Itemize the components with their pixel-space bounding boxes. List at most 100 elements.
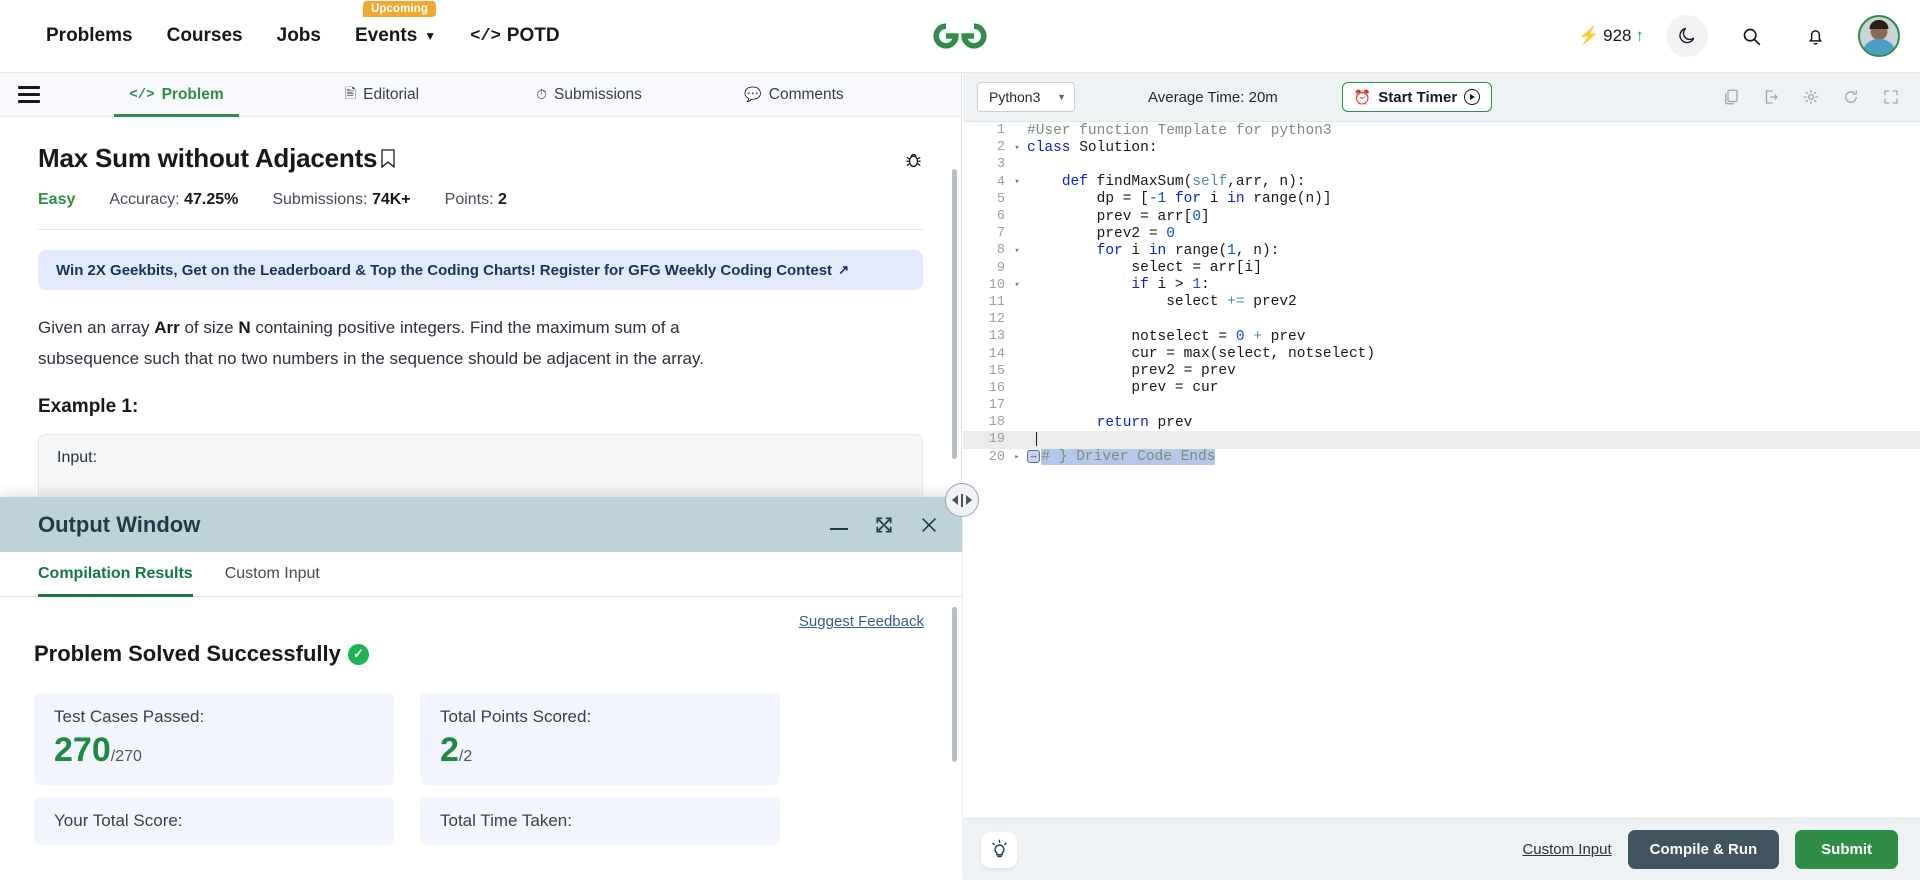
example-heading: Example 1: [38, 396, 139, 417]
streak-counter[interactable]: ⚡ 928 ↑ [1578, 26, 1644, 46]
moon-icon [1679, 27, 1695, 44]
hint-button[interactable] [981, 831, 1017, 868]
submissions-value: 74K+ [371, 191, 411, 208]
line-number: 1 [996, 123, 1005, 139]
code-line[interactable]: 9 select = arr[i] [963, 260, 1920, 277]
start-timer-button[interactable]: ⏰ Start Timer [1341, 82, 1493, 112]
stat-value: 2/2 [440, 733, 760, 767]
code-line[interactable]: 15 prev2 = prev [963, 363, 1920, 380]
custom-input-link[interactable]: Custom Input [1522, 841, 1611, 858]
notifications-button[interactable] [1794, 15, 1836, 57]
submissions-stat: Submissions: 74K+ [272, 191, 410, 209]
code-line[interactable]: 20 ▸ ↔ # } Driver Code Ends [963, 449, 1920, 466]
fold-toggle-icon[interactable]: ▾ [1011, 143, 1023, 153]
code-line[interactable]: 7 prev2 = 0 [963, 225, 1920, 242]
code-line[interactable]: 2 ▾ class Solution: [963, 139, 1920, 156]
accuracy-value: 47.25% [184, 191, 239, 208]
code-line[interactable]: 6 prev = arr[0] [963, 208, 1920, 225]
search-button[interactable] [1730, 15, 1772, 57]
chevron-down-icon: ▼ [424, 29, 437, 43]
fold-toggle-icon[interactable]: ▾ [1011, 280, 1023, 290]
tab-editorial[interactable]: 🖹 Editorial [325, 73, 439, 116]
page-title: Max Sum without Adjacents [38, 143, 395, 174]
nav-item-problems[interactable]: Problems [46, 25, 133, 47]
user-avatar[interactable] [1858, 15, 1900, 57]
stat-value: 270/270 [54, 733, 374, 767]
output-window-title: Output Window [38, 511, 201, 537]
problem-scrollbar[interactable] [952, 169, 957, 459]
code-line[interactable]: 19 [963, 431, 1920, 449]
minimize-button[interactable] [828, 517, 850, 533]
streak-count: 928 [1603, 26, 1632, 45]
report-bug-button[interactable] [904, 151, 923, 175]
code-editor[interactable]: 1 #User function Template for python3 2 ▾ cl… [963, 122, 1920, 818]
nav-item-jobs[interactable]: Jobs [277, 25, 321, 47]
code-line[interactable]: 4 ▾ def findMaxSum(self,arr, n): [963, 174, 1920, 191]
theme-toggle-button[interactable] [1666, 15, 1708, 57]
menu-hamburger-button[interactable] [0, 73, 58, 116]
fullscreen-icon[interactable] [1882, 88, 1900, 106]
line-number: 20 [988, 449, 1005, 465]
code-line[interactable]: 16 prev = cur [963, 380, 1920, 397]
expand-button[interactable] [874, 515, 894, 535]
code-text [1023, 432, 1037, 448]
chevron-left-icon [952, 495, 958, 505]
close-icon [922, 517, 936, 532]
tab-problem[interactable]: </> Problem [114, 73, 239, 117]
code-line[interactable]: 12 [963, 311, 1920, 328]
code-line[interactable]: 3 [963, 156, 1920, 173]
fold-toggle-icon[interactable]: ▾ [1011, 177, 1023, 187]
code-line[interactable]: 1 #User function Template for python3 [963, 122, 1920, 139]
fold-toggle-icon[interactable]: ▾ [1011, 246, 1023, 256]
nav-item-events[interactable]: Upcoming Events ▼ [355, 1, 437, 47]
nav-item-courses[interactable]: Courses [167, 25, 243, 47]
line-number: 6 [996, 209, 1005, 225]
tab-submissions[interactable]: ⏱ Submissions [519, 73, 659, 116]
compilation-results-content: Suggest Feedback Problem Solved Successf… [0, 597, 962, 880]
code-text: dp = [-1 for i in range(n)] [1027, 191, 1332, 208]
tab-compilation-results[interactable]: Compilation Results [38, 552, 193, 597]
accuracy-stat: Accuracy: 47.25% [109, 191, 238, 209]
tab-label: Problem [161, 85, 224, 103]
code-line[interactable]: 13 notselect = 0 + prev [963, 328, 1920, 345]
chevron-right-icon [966, 495, 972, 505]
copy-icon[interactable] [1722, 88, 1740, 106]
avatar-hair [1869, 20, 1889, 29]
fold-toggle-icon[interactable]: ▸ [1011, 452, 1023, 462]
import-icon[interactable] [1762, 88, 1780, 106]
code-line[interactable]: 17 [963, 397, 1920, 414]
line-number: 10 [988, 277, 1005, 293]
submit-button[interactable]: Submit [1795, 830, 1898, 869]
code-line[interactable]: 5 dp = [-1 for i in range(n)] [963, 191, 1920, 208]
result-stats-grid: Test Cases Passed: 270/270 Total Points … [34, 693, 924, 845]
panel-resize-handle[interactable] [945, 483, 979, 517]
editor-toolbar: Python3 ▼ Average Time: 20m ⏰ Start Time… [963, 73, 1920, 122]
start-timer-label: Start Timer [1378, 88, 1458, 106]
suggest-feedback-link[interactable]: Suggest Feedback [799, 613, 924, 630]
code-line[interactable]: 8 ▾ for i in range(1, n): [963, 242, 1920, 259]
problem-title-row: Max Sum without Adjacents [38, 117, 923, 175]
language-select[interactable]: Python3 ▼ [977, 82, 1075, 112]
code-line[interactable]: 14 cur = max(select, notselect) [963, 345, 1920, 362]
settings-gear-icon[interactable] [1802, 88, 1820, 106]
code-line[interactable]: 18 return prev [963, 414, 1920, 431]
stat-denominator: /270 [110, 748, 142, 765]
bookmark-icon[interactable] [381, 149, 395, 168]
contest-promo-banner[interactable]: Win 2X Geekbits, Get on the Leaderboard … [38, 250, 923, 290]
nav-item-potd[interactable]: </> POTD [470, 25, 559, 47]
promo-text: Win 2X Geekbits, Get on the Leaderboard … [56, 261, 833, 279]
problem-description: Given an array Arr of size N containing … [38, 312, 738, 374]
code-line[interactable]: 10 ▾ if i > 1: [963, 277, 1920, 294]
compile-run-button[interactable]: Compile & Run [1627, 830, 1780, 869]
tab-comments[interactable]: 💬 Comments [729, 73, 859, 116]
output-scrollbar[interactable] [952, 607, 957, 762]
site-logo[interactable] [925, 15, 995, 57]
close-button[interactable] [918, 514, 940, 536]
reset-refresh-icon[interactable] [1842, 88, 1860, 106]
code-text: for i in range(1, n): [1096, 242, 1280, 259]
top-navigation-bar: Problems Courses Jobs Upcoming Events ▼ … [0, 0, 1920, 73]
hamburger-line [18, 86, 40, 89]
code-line[interactable]: 11 select += prev2 [963, 294, 1920, 311]
tab-custom-input[interactable]: Custom Input [225, 552, 320, 596]
